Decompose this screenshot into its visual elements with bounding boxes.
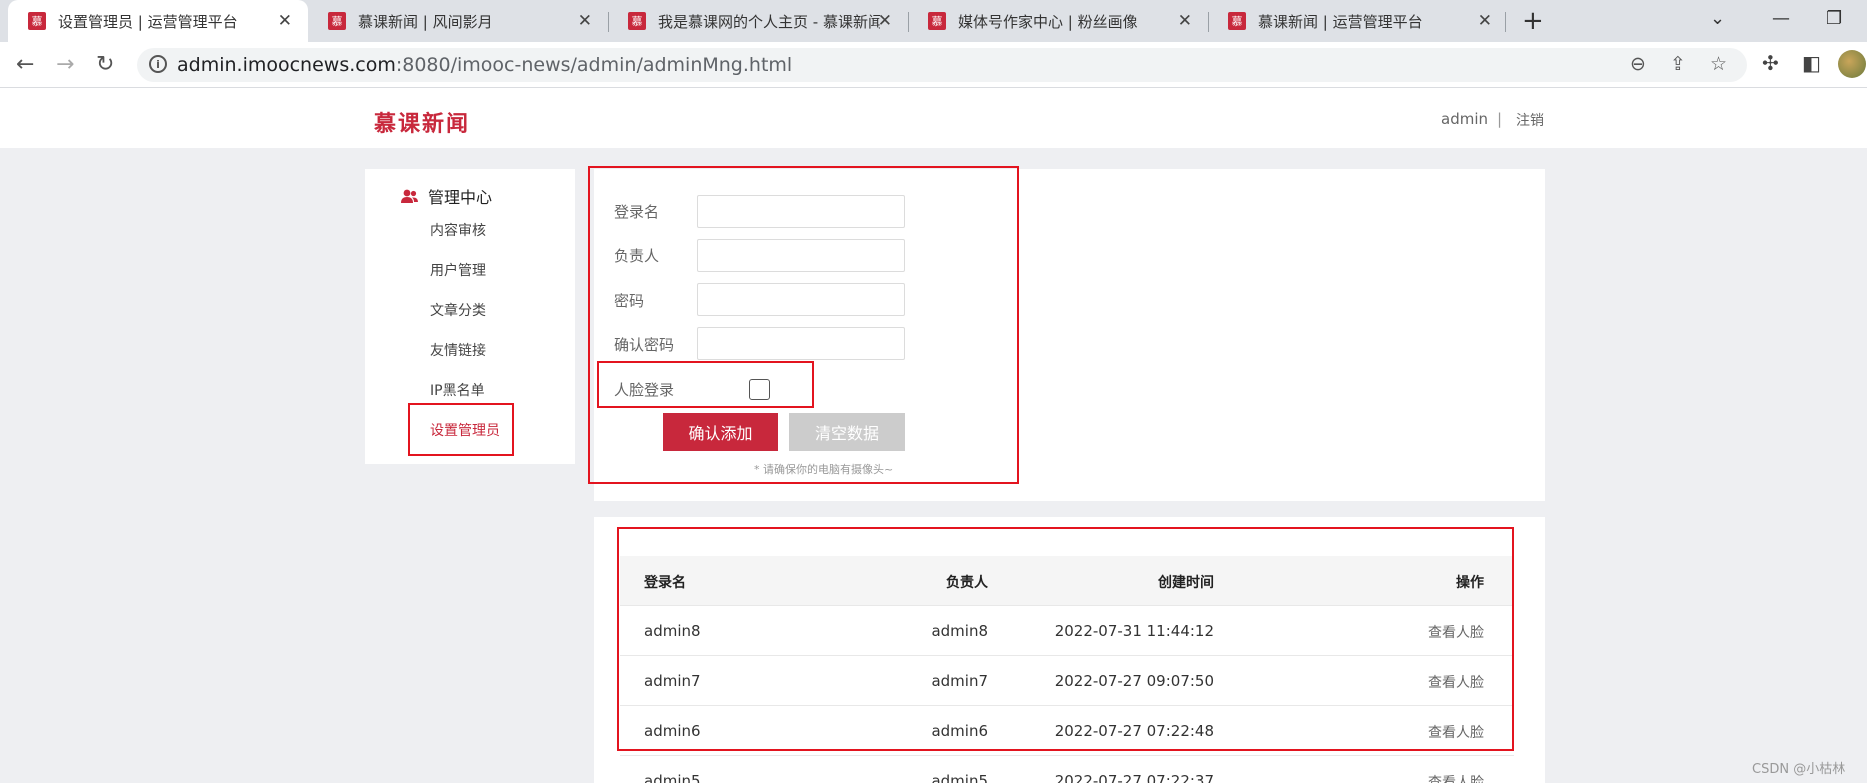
sidebar-item-content-review[interactable]: 内容审核 <box>430 220 486 240</box>
cell-created: 2022-07-27 07:22:37 <box>1054 772 1214 783</box>
tab-title: 慕课新闻 | 运营管理平台 <box>1258 12 1423 31</box>
profile-avatar[interactable] <box>1838 50 1866 78</box>
favicon-icon: 慕 <box>928 12 946 30</box>
forward-arrow-icon[interactable]: → <box>56 52 74 77</box>
tab-title: 媒体号作家中心 | 粉丝画像 <box>958 12 1138 31</box>
tab-divider <box>1505 12 1506 32</box>
browser-tab-strip: 慕 设置管理员 | 运营管理平台 ✕ 慕 慕课新闻 | 风间影月 ✕ 慕 我是慕… <box>0 0 1867 42</box>
logout-link[interactable]: 注销 <box>1516 110 1544 130</box>
sidebar-title-label: 管理中心 <box>428 188 493 207</box>
close-tab-icon[interactable]: ✕ <box>278 11 292 31</box>
extensions-puzzle-icon[interactable]: ✣ <box>1762 51 1779 75</box>
browser-tab-active[interactable]: 慕 设置管理员 | 运营管理平台 ✕ <box>8 0 308 42</box>
minimize-icon[interactable]: — <box>1772 8 1790 29</box>
cell-owner: admin5 <box>931 772 988 783</box>
restore-icon[interactable]: ❐ <box>1826 8 1842 29</box>
browser-tab[interactable]: 慕 慕课新闻 | 风间影月 ✕ <box>308 0 608 42</box>
favicon-icon: 慕 <box>328 12 346 30</box>
favicon-icon: 慕 <box>1228 12 1246 30</box>
favicon-icon: 慕 <box>28 12 46 30</box>
share-icon[interactable]: ⇪ <box>1670 53 1686 75</box>
favicon-icon: 慕 <box>628 12 646 30</box>
cell-login: admin5 <box>644 772 701 783</box>
current-user[interactable]: admin <box>1441 110 1488 128</box>
close-tab-icon[interactable]: ✕ <box>1178 11 1192 31</box>
bookmark-star-icon[interactable]: ☆ <box>1710 53 1727 75</box>
annotation-box-sidebar-active <box>408 403 514 456</box>
side-panel-icon[interactable]: ◧ <box>1802 51 1821 75</box>
back-arrow-icon[interactable]: ← <box>16 52 34 77</box>
site-logo[interactable]: 慕课新闻 <box>374 106 470 138</box>
site-info-icon[interactable]: i <box>149 55 167 73</box>
tab-title: 我是慕课网的个人主页 - 慕课新闻 <box>658 12 880 31</box>
zoom-icon[interactable]: ⊖ <box>1630 53 1646 75</box>
annotation-box-form <box>588 166 1019 484</box>
view-face-link[interactable]: 查看人脸 <box>1428 772 1484 783</box>
sidebar-item-article-category[interactable]: 文章分类 <box>430 300 486 320</box>
browser-tab[interactable]: 慕 我是慕课网的个人主页 - 慕课新闻 ✕ <box>608 0 908 42</box>
annotation-box-table <box>617 527 1514 751</box>
users-icon <box>401 189 418 203</box>
close-tab-icon[interactable]: ✕ <box>878 11 892 31</box>
tab-search-chevron-icon[interactable]: ⌄ <box>1710 8 1725 29</box>
new-tab-plus-icon[interactable]: + <box>1522 6 1544 36</box>
sidebar-item-ip-blacklist[interactable]: IP黑名单 <box>430 380 485 400</box>
table-row: admin5 admin5 2022-07-27 07:22:37 查看人脸 <box>620 756 1514 783</box>
site-header: 慕课新闻 admin | 注销 <box>0 88 1867 148</box>
browser-tab[interactable]: 慕 慕课新闻 | 运营管理平台 ✕ <box>1208 0 1508 42</box>
sidebar-item-user-management[interactable]: 用户管理 <box>430 260 486 280</box>
tab-title: 慕课新闻 | 风间影月 <box>358 12 493 31</box>
header-separator: | <box>1497 110 1503 128</box>
tab-title: 设置管理员 | 运营管理平台 <box>58 12 238 31</box>
csdn-watermark: CSDN @小枯林 <box>1752 762 1846 777</box>
sidebar-item-friend-links[interactable]: 友情链接 <box>430 340 486 360</box>
url-text[interactable]: admin.imoocnews.com:8080/imooc-news/admi… <box>177 54 792 76</box>
sidebar-title: 管理中心 <box>401 184 492 208</box>
close-tab-icon[interactable]: ✕ <box>578 11 592 31</box>
annotation-box-face-login <box>597 361 814 408</box>
reload-icon[interactable]: ↻ <box>96 52 114 77</box>
close-tab-icon[interactable]: ✕ <box>1478 11 1492 31</box>
browser-toolbar: ← → ↻ i admin.imoocnews.com:8080/imooc-n… <box>0 42 1867 88</box>
address-bar[interactable]: i admin.imoocnews.com:8080/imooc-news/ad… <box>137 48 1747 82</box>
browser-tab[interactable]: 慕 媒体号作家中心 | 粉丝画像 ✕ <box>908 0 1208 42</box>
